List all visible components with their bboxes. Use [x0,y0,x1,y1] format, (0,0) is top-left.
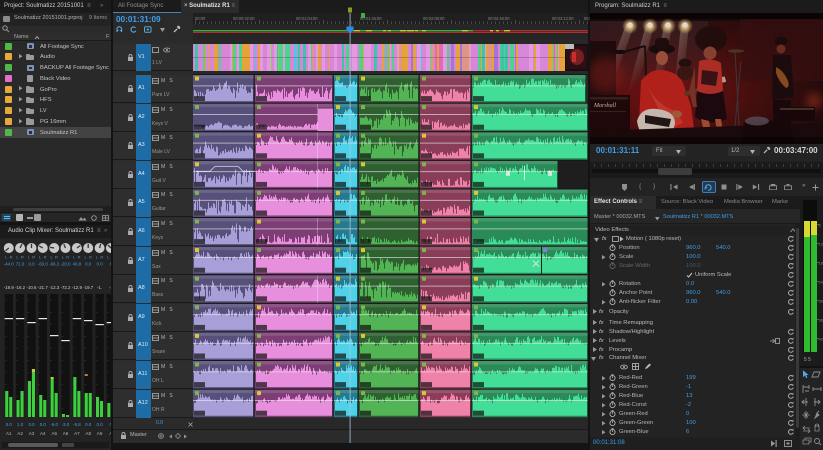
svg-text:24: 24 [819,280,823,285]
svg-text:5 5: 5 5 [804,357,811,363]
svg-text:6: 6 [819,223,822,228]
svg-text:30: 30 [819,299,823,304]
svg-text:18: 18 [819,261,823,266]
svg-text:42: 42 [819,337,823,342]
svg-text:36: 36 [819,318,823,323]
svg-text:12: 12 [819,242,823,247]
